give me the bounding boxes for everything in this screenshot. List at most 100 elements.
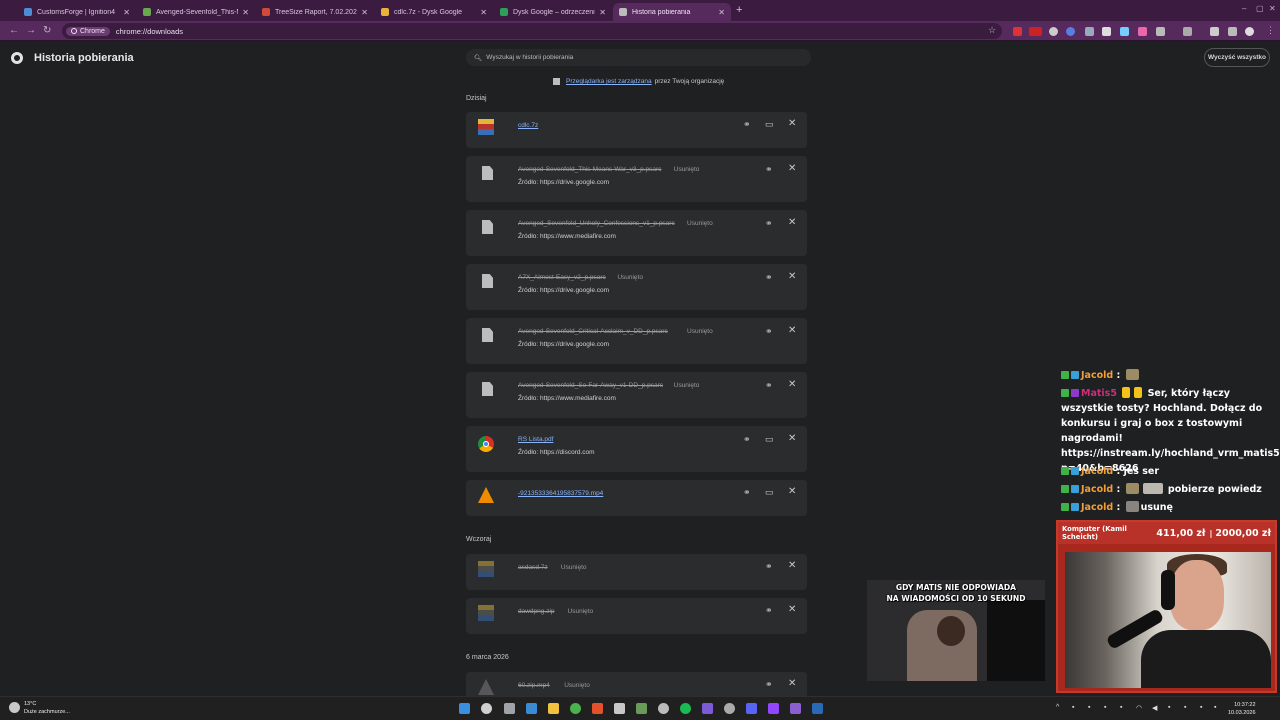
app-icon[interactable] [724,703,735,714]
remove-item-icon[interactable]: ✕ [788,163,796,174]
wifi-icon[interactable]: ◠ [1136,704,1142,712]
start-icon[interactable] [459,703,470,714]
password-key-icon[interactable] [1183,27,1192,36]
remove-item-icon[interactable]: ✕ [788,217,796,228]
copy-link-icon[interactable]: ⚭ [765,272,773,283]
bookmark-star-icon[interactable]: ☆ [988,25,996,36]
copy-link-icon[interactable]: ⚭ [765,679,773,690]
tray-icon[interactable]: ▪ [1120,704,1122,711]
extension-icon[interactable] [1049,27,1058,36]
back-icon[interactable]: ← [9,25,19,36]
remove-item-icon[interactable]: ✕ [788,678,796,689]
task-view-icon[interactable] [504,703,515,714]
tray-icon[interactable]: ▪ [1104,704,1106,711]
tray-icon[interactable]: ▪ [1072,704,1074,711]
remove-item-icon[interactable]: ✕ [788,379,796,390]
app-icon[interactable] [790,703,801,714]
forward-icon[interactable]: → [26,25,36,36]
close-icon[interactable]: ✕ [599,8,606,17]
file-explorer-icon[interactable] [548,703,559,714]
chrome-icon[interactable] [570,703,581,714]
copy-link-icon[interactable]: ⚭ [743,119,751,130]
address-bar[interactable]: Chrome chrome://downloads [62,23,1002,39]
remove-item-icon[interactable]: ✕ [788,433,796,444]
copy-link-icon[interactable]: ⚭ [765,561,773,572]
tab-treesize[interactable]: TreeSize Raport, 7.02.2026 23:3 ✕ [256,3,374,21]
extension-icon[interactable] [1102,27,1111,36]
twitch-icon[interactable] [768,703,779,714]
donation-goal: 2000,00 zł [1215,527,1271,539]
tray-icon[interactable]: ▪ [1184,704,1186,711]
app-icon[interactable] [614,703,625,714]
volume-icon[interactable]: ◀ [1152,704,1157,712]
extensions-puzzle-icon[interactable] [1156,27,1165,36]
extension-icon[interactable] [1120,27,1129,36]
drive-icon [500,8,508,16]
open-folder-icon[interactable]: ▭ [765,434,774,445]
close-icon[interactable]: ✕ [361,8,368,17]
managed-link[interactable]: Przeglądarka jest zarządzana [566,78,652,85]
tray-icon[interactable]: ▪ [1200,704,1202,711]
close-icon[interactable]: ✕ [123,8,130,17]
app-icon[interactable] [526,703,537,714]
download-filename[interactable]: -9213533364195837579.mp4 [518,490,603,497]
new-tab-button[interactable]: + [736,4,742,16]
close-icon[interactable]: ✕ [242,8,249,17]
system-clock[interactable]: 10:37:22 10.03.2026 [1228,701,1256,717]
window-close-icon[interactable]: ✕ [1269,4,1276,13]
extension-icon[interactable] [1085,27,1094,36]
open-folder-icon[interactable]: ▭ [765,119,774,130]
discord-icon[interactable] [746,703,757,714]
spotify-icon[interactable] [680,703,691,714]
copy-link-icon[interactable]: ⚭ [765,380,773,391]
clear-all-button[interactable]: Wyczyść wszystko [1204,48,1270,67]
tab-cdlc-drive[interactable]: cdlc.7z - Dysk Google ✕ [375,3,493,21]
copy-link-icon[interactable]: ⚭ [765,605,773,616]
remove-item-icon[interactable]: ✕ [788,118,796,129]
extension-icon[interactable] [1138,27,1147,36]
tab-customsforge[interactable]: CustomsForge | Ignition4 ✕ [18,3,136,21]
close-icon[interactable]: ✕ [718,8,725,17]
tab-avenged[interactable]: Avenged-Sevenfold_This-Means ✕ [137,3,255,21]
app-icon[interactable] [658,703,669,714]
download-filename[interactable]: RS Lista.pdf [518,436,553,443]
tray-icon[interactable]: ▪ [1168,704,1170,711]
profile-avatar[interactable] [1245,27,1254,36]
tray-icon[interactable]: ▪ [1214,704,1216,711]
copy-link-icon[interactable]: ⚭ [743,487,751,498]
extension-icon[interactable] [1029,27,1042,36]
weather-widget[interactable]: 13°C Duże zachmurze... [9,700,70,716]
remove-item-icon[interactable]: ✕ [788,560,796,571]
app-icon[interactable] [702,703,713,714]
remove-item-icon[interactable]: ✕ [788,604,796,615]
search-icon[interactable] [481,703,492,714]
share-icon[interactable] [1228,27,1237,36]
copy-link-icon[interactable]: ⚭ [765,164,773,175]
tab-downloads[interactable]: Historia pobierania ✕ [613,3,731,21]
extension-icon[interactable] [1066,27,1075,36]
download-filename[interactable]: cdlc.7z [518,122,538,129]
tab-drive-notice[interactable]: Dysk Google – odrzeczenie doty✕ [494,3,612,21]
maximize-icon[interactable]: ▢ [1256,4,1264,13]
steam-icon[interactable] [812,703,823,714]
search-icon: 🔍︎ [474,54,483,62]
menu-kebab-icon[interactable]: ⋮ [1266,25,1275,36]
brave-icon[interactable] [592,703,603,714]
remove-item-icon[interactable]: ✕ [788,271,796,282]
copy-link-icon[interactable]: ⚭ [743,434,751,445]
close-icon[interactable]: ✕ [480,8,487,17]
extension-icon[interactable] [1013,27,1022,36]
copy-link-icon[interactable]: ⚭ [765,326,773,337]
reload-icon[interactable]: ↻ [43,25,51,36]
remove-item-icon[interactable]: ✕ [788,325,796,336]
open-folder-icon[interactable]: ▭ [765,487,774,498]
tray-chevron-icon[interactable]: ^ [1056,704,1059,711]
minimize-icon[interactable]: – [1242,4,1246,13]
tray-icon[interactable]: ▪ [1088,704,1090,711]
copy-link-icon[interactable]: ⚭ [765,218,773,229]
site-chip[interactable]: Chrome [66,26,110,36]
remove-item-icon[interactable]: ✕ [788,486,796,497]
download-icon[interactable] [1210,27,1219,36]
app-icon[interactable] [636,703,647,714]
search-input[interactable]: 🔍︎ Wyszukaj w historii pobierania [466,49,811,66]
